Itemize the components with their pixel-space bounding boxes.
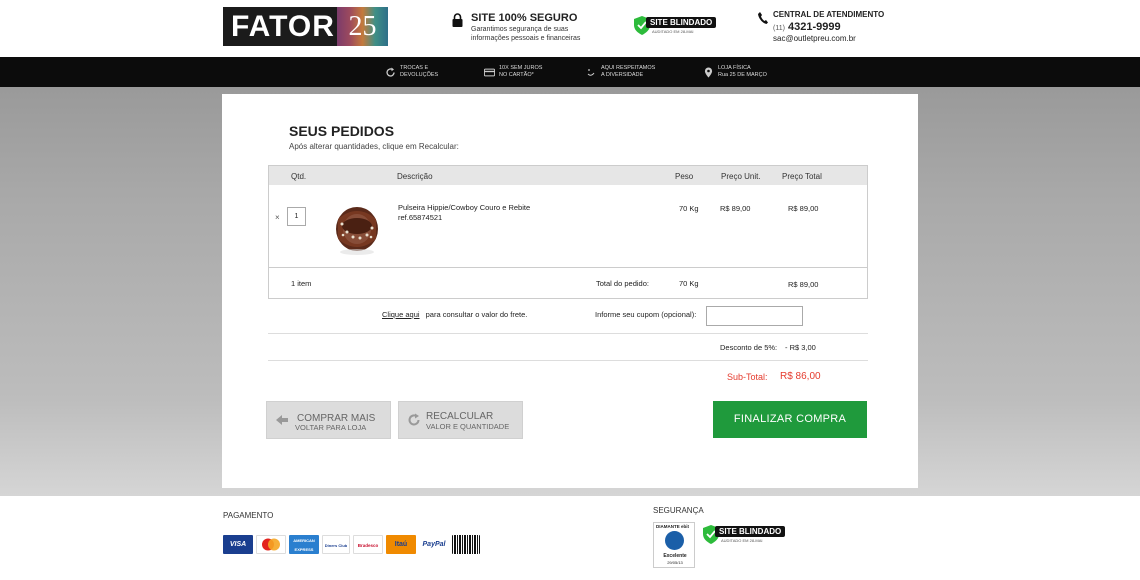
visa-icon: VISA [223, 535, 253, 554]
benefits-bar: TROCAS E DEVOLUÇÕES 10X SEM JUROS NO CARTÃ… [0, 57, 1140, 87]
badge-text: SITE BLINDADO [646, 17, 717, 28]
site-blindado-badge[interactable]: SITE BLINDADO AUDITADO EM 28-MAI [634, 16, 717, 36]
bradesco-icon: Bradesco [353, 535, 383, 554]
site-header: FATOR 25 SITE 100% SEGURO Garantimos seg… [0, 0, 1140, 57]
badge-subtext: AUDITADO EM 28-MAI [721, 538, 763, 543]
nav-label: 10X SEM JUROS NO CARTÃO* [499, 65, 543, 78]
credit-card-icon [484, 68, 495, 77]
nav-item-diversidade[interactable]: AQUI RESPEITAMOS A DIVERSIDADE [586, 65, 655, 79]
item-count: 1 item [291, 279, 312, 288]
nav-item-trocas[interactable]: TROCAS E DEVOLUÇÕES [385, 65, 438, 79]
itau-icon: Itaú [386, 535, 416, 554]
page-subtitle: Após alterar quantidades, clique em Reca… [289, 142, 459, 151]
product-image[interactable] [332, 199, 382, 257]
map-pin-icon [704, 67, 713, 78]
logo-number: 25 [337, 7, 388, 46]
amex-icon: AMERICAN EXPRESS [289, 535, 319, 554]
table-header: Qtd. Descrição Peso Preço Unit. Preço To… [269, 166, 867, 185]
ebit-label: DIAMANTE ebit [656, 524, 689, 529]
nav-label: AQUI RESPEITAMOS A DIVERSIDADE [601, 65, 656, 78]
product-unit-price: R$ 89,00 [720, 204, 751, 213]
coupon-label: Informe seu cupom (opcional): [595, 310, 697, 319]
divider [268, 333, 868, 334]
shipping-text: para consultar o valor do frete. [425, 310, 528, 319]
secure-title: SITE 100% SEGURO [471, 12, 578, 24]
contact-title: CENTRAL DE ATENDIMENTO [773, 10, 885, 19]
order-total-price: R$ 89,00 [788, 280, 819, 289]
phone-icon [758, 12, 768, 24]
paypal-icon: PayPal [419, 535, 449, 554]
product-ref: ref.65874521 [398, 213, 443, 222]
discount-value: - R$ 3,00 [785, 343, 816, 352]
column-total-price: Preço Total [782, 172, 822, 181]
mastercard-icon [256, 535, 286, 554]
shipping-info: Clique aqui para consultar o valor do fr… [382, 310, 527, 319]
ebit-rating: Excelente [663, 553, 687, 559]
product-name[interactable]: Pulseira Hippie/Cowboy Couro e Rebite [398, 203, 530, 212]
contact-email[interactable]: sac@outletpreu.com.br [773, 34, 856, 43]
product-total-price: R$ 89,00 [788, 204, 819, 213]
site-blindado-badge[interactable]: SITE BLINDADO AUDITADO EM 28-MAI [703, 525, 786, 545]
boleto-icon [452, 535, 480, 554]
discount-label: Desconto de 5%: [720, 343, 778, 352]
recalculate-button[interactable]: RECALCULAR VALOR E QUANTIDADE [398, 401, 523, 439]
table-row: × 1 Pulseira Hippie/Cowboy Couro e Rebit… [269, 185, 867, 268]
secure-text: Garantimos segurança de suas informações… [471, 26, 581, 42]
order-total-weight: 70 Kg [679, 279, 699, 288]
ebit-logo-icon [665, 531, 684, 550]
divider [268, 360, 868, 361]
site-logo[interactable]: FATOR 25 [223, 7, 388, 46]
cart-panel: SEUS PEDIDOS Após alterar quantidades, c… [222, 94, 918, 488]
lock-icon [452, 13, 463, 27]
phone-area-code: (11) [773, 25, 785, 32]
logo-text: FATOR [223, 7, 337, 46]
refresh-icon [408, 413, 420, 426]
button-label: RECALCULAR [426, 411, 494, 422]
nav-item-parcelamento[interactable]: 10X SEM JUROS NO CARTÃO* [484, 65, 542, 79]
quantity-input[interactable]: 1 [287, 207, 306, 226]
nav-item-loja[interactable]: LOJA FÍSICA Rua 25 DE MARÇO [703, 65, 767, 79]
column-unit-price: Preço Unit. [721, 172, 761, 181]
nav-label: TROCAS E DEVOLUÇÕES [400, 65, 439, 78]
diners-icon: Diners Club [322, 535, 350, 554]
shipping-link[interactable]: Clique aqui [382, 310, 420, 319]
smile-icon [587, 69, 595, 76]
badge-subtext: AUDITADO EM 28-MAI [652, 29, 694, 34]
nav-label: LOJA FÍSICA Rua 25 DE MARÇO [718, 65, 767, 78]
refresh-icon [386, 67, 395, 77]
product-weight: 70 Kg [679, 204, 699, 213]
badge-text: SITE BLINDADO [715, 526, 786, 537]
arrow-left-icon [276, 415, 288, 425]
continue-shopping-button[interactable]: COMPRAR MAIS VOLTAR PARA LOJA [266, 401, 391, 439]
ebit-seal[interactable]: DIAMANTE ebit Excelente 29/05/13 [653, 522, 695, 568]
site-footer: PAGAMENTO VISA AMERICAN EXPRESS Diners C… [0, 496, 1140, 580]
remove-item-button[interactable]: × [275, 213, 280, 222]
page-title: SEUS PEDIDOS [289, 123, 395, 139]
button-sublabel: VOLTAR PARA LOJA [295, 423, 367, 432]
subtotal-label: Sub-Total: [727, 372, 768, 382]
subtotal-value: R$ 86,00 [780, 371, 821, 382]
checkout-button[interactable]: FINALIZAR COMPRA [713, 401, 867, 438]
phone-number: 4321-9999 [788, 21, 841, 33]
payment-title: PAGAMENTO [223, 511, 274, 520]
ebit-date: 29/05/13 [667, 560, 683, 565]
order-total-label: Total do pedido: [596, 279, 649, 288]
column-qty: Qtd. [291, 172, 307, 181]
security-title: SEGURANÇA [653, 506, 704, 515]
column-weight: Peso [675, 172, 694, 181]
contact-phone: (11) 4321-9999 [773, 21, 841, 33]
button-sublabel: VALOR E QUANTIDADE [426, 422, 510, 431]
coupon-input[interactable] [706, 306, 803, 326]
cart-table: Qtd. Descrição Peso Preço Unit. Preço To… [268, 165, 868, 299]
column-description: Descrição [397, 172, 433, 181]
